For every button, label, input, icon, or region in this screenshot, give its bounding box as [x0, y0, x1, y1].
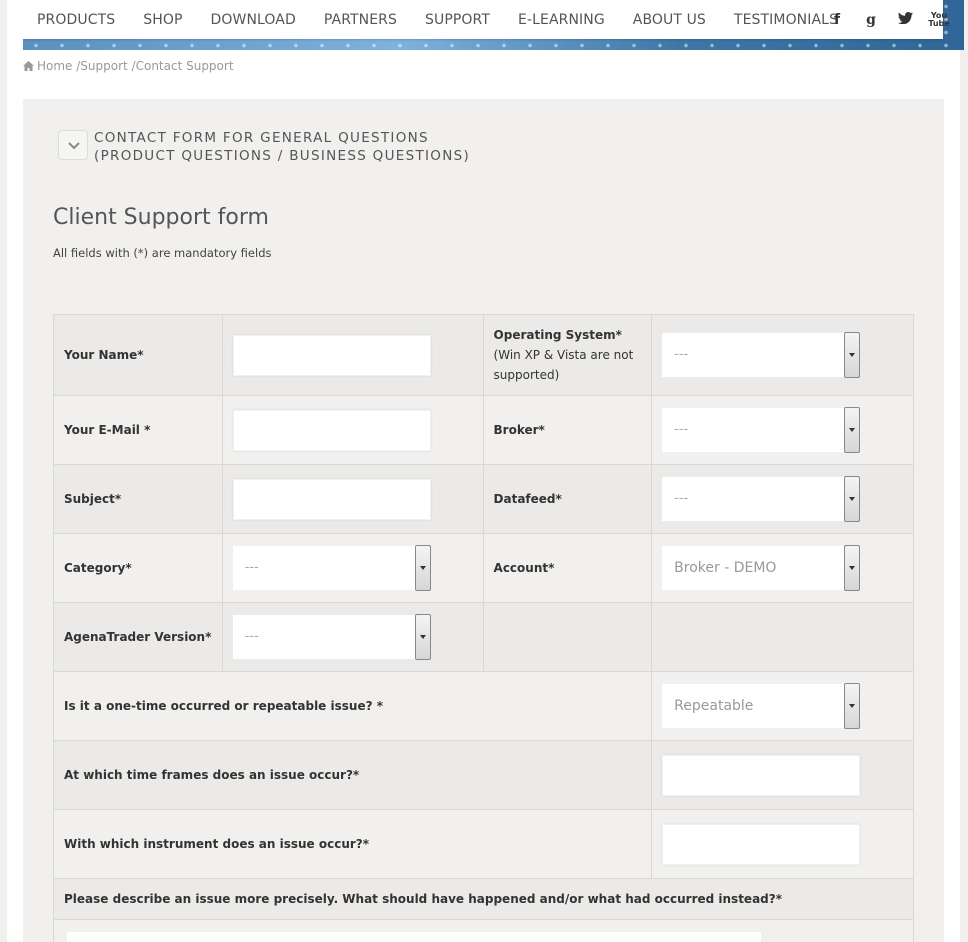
support-form-table: Your Name* Operating System* (Win XP & Vi…: [52, 314, 914, 942]
dropdown-arrow-icon[interactable]: [844, 683, 861, 729]
empty-cell: [651, 602, 914, 672]
account-select[interactable]: Broker - DEMO: [662, 545, 861, 591]
breadcrumb-support[interactable]: Support: [80, 59, 127, 73]
label-your-name: Your Name*: [53, 314, 223, 396]
datafeed-select-value: ---: [674, 491, 689, 506]
label-instrument: With which instrument does an issue occu…: [52, 809, 653, 879]
breadcrumb-current: Contact Support: [135, 59, 234, 73]
label-repeatable-issue: Is it a one-time occurred or repeatable …: [52, 671, 653, 741]
breadcrumb: Home /Support /Contact Support: [23, 59, 234, 73]
dropdown-arrow-icon[interactable]: [844, 545, 861, 591]
time-frames-input[interactable]: [662, 754, 861, 796]
label-datafeed: Datafeed*: [482, 464, 653, 534]
google-icon[interactable]: g: [854, 12, 888, 28]
category-select-value: ---: [244, 560, 259, 575]
dropdown-arrow-icon[interactable]: [844, 476, 861, 522]
os-label-text: Operating System*: [493, 328, 622, 342]
account-select-value: Broker - DEMO: [674, 560, 777, 576]
label-broker: Broker*: [482, 395, 653, 465]
facebook-icon[interactable]: f: [820, 12, 854, 28]
nav-partners[interactable]: PARTNERS: [324, 12, 397, 28]
mandatory-note: All fields with (*) are mandatory fields: [53, 246, 272, 260]
datafeed-select[interactable]: ---: [662, 476, 861, 522]
os-select[interactable]: ---: [662, 332, 861, 378]
accordion-toggle-button[interactable]: [58, 130, 88, 160]
dropdown-arrow-icon[interactable]: [844, 407, 861, 453]
name-input[interactable]: [232, 334, 431, 376]
broker-select[interactable]: ---: [662, 407, 861, 453]
nav-download[interactable]: DOWNLOAD: [211, 12, 296, 28]
main-nav: PRODUCTS SHOP DOWNLOAD PARTNERS SUPPORT …: [37, 0, 866, 39]
version-select[interactable]: ---: [232, 614, 431, 660]
describe-textarea[interactable]: [67, 932, 761, 942]
dropdown-arrow-icon[interactable]: [844, 332, 861, 378]
label-time-frames: At which time frames does an issue occur…: [52, 740, 653, 810]
label-email: Your E-Mail *: [53, 395, 223, 465]
header-banner: PRODUCTS SHOP DOWNLOAD PARTNERS SUPPORT …: [23, 0, 964, 50]
dropdown-arrow-icon[interactable]: [414, 545, 431, 591]
email-input[interactable]: [232, 409, 431, 451]
category-select[interactable]: ---: [232, 545, 431, 591]
accordion-title-line1: CONTACT FORM FOR GENERAL QUESTIONS: [94, 130, 429, 146]
nav-shop[interactable]: SHOP: [143, 12, 182, 28]
label-category: Category*: [53, 533, 223, 603]
label-operating-system: Operating System* (Win XP & Vista are not…: [482, 314, 653, 396]
os-note: (Win XP & Vista are not supported): [493, 348, 634, 382]
breadcrumb-home[interactable]: Home: [37, 59, 72, 73]
os-select-value: ---: [674, 347, 689, 362]
accordion-title[interactable]: CONTACT FORM FOR GENERAL QUESTIONS (PROD…: [94, 129, 470, 165]
label-describe-issue: Please describe an issue more precisely.…: [53, 878, 914, 920]
youtube-bottom: Tube: [928, 18, 950, 28]
nav-products[interactable]: PRODUCTS: [37, 12, 115, 28]
version-select-value: ---: [244, 629, 259, 644]
nav-support[interactable]: SUPPORT: [425, 12, 490, 28]
social-links: f g You Tube: [820, 0, 956, 39]
accordion-title-line2: (PRODUCT QUESTIONS / BUSINESS QUESTIONS): [94, 148, 471, 164]
label-account: Account*: [482, 533, 653, 603]
empty-cell: [482, 602, 653, 672]
label-subject: Subject*: [53, 464, 223, 534]
instrument-input[interactable]: [662, 823, 861, 865]
home-icon: [23, 61, 34, 71]
twitter-icon[interactable]: [888, 11, 922, 28]
breadcrumb-separator: /: [127, 59, 136, 73]
label-agenatrader-version: AgenaTrader Version*: [53, 602, 223, 672]
nav-about-us[interactable]: ABOUT US: [633, 12, 706, 28]
repeatable-select-value: Repeatable: [674, 698, 754, 714]
repeatable-select[interactable]: Repeatable: [662, 683, 861, 729]
contact-panel: CONTACT FORM FOR GENERAL QUESTIONS (PROD…: [23, 99, 944, 942]
form-title: Client Support form: [53, 205, 269, 230]
youtube-icon[interactable]: You Tube: [922, 11, 956, 28]
chevron-down-icon: [68, 142, 80, 150]
nav-elearning[interactable]: E-LEARNING: [518, 12, 605, 28]
subject-input[interactable]: [232, 478, 431, 520]
dropdown-arrow-icon[interactable]: [414, 614, 431, 660]
broker-select-value: ---: [674, 422, 689, 437]
